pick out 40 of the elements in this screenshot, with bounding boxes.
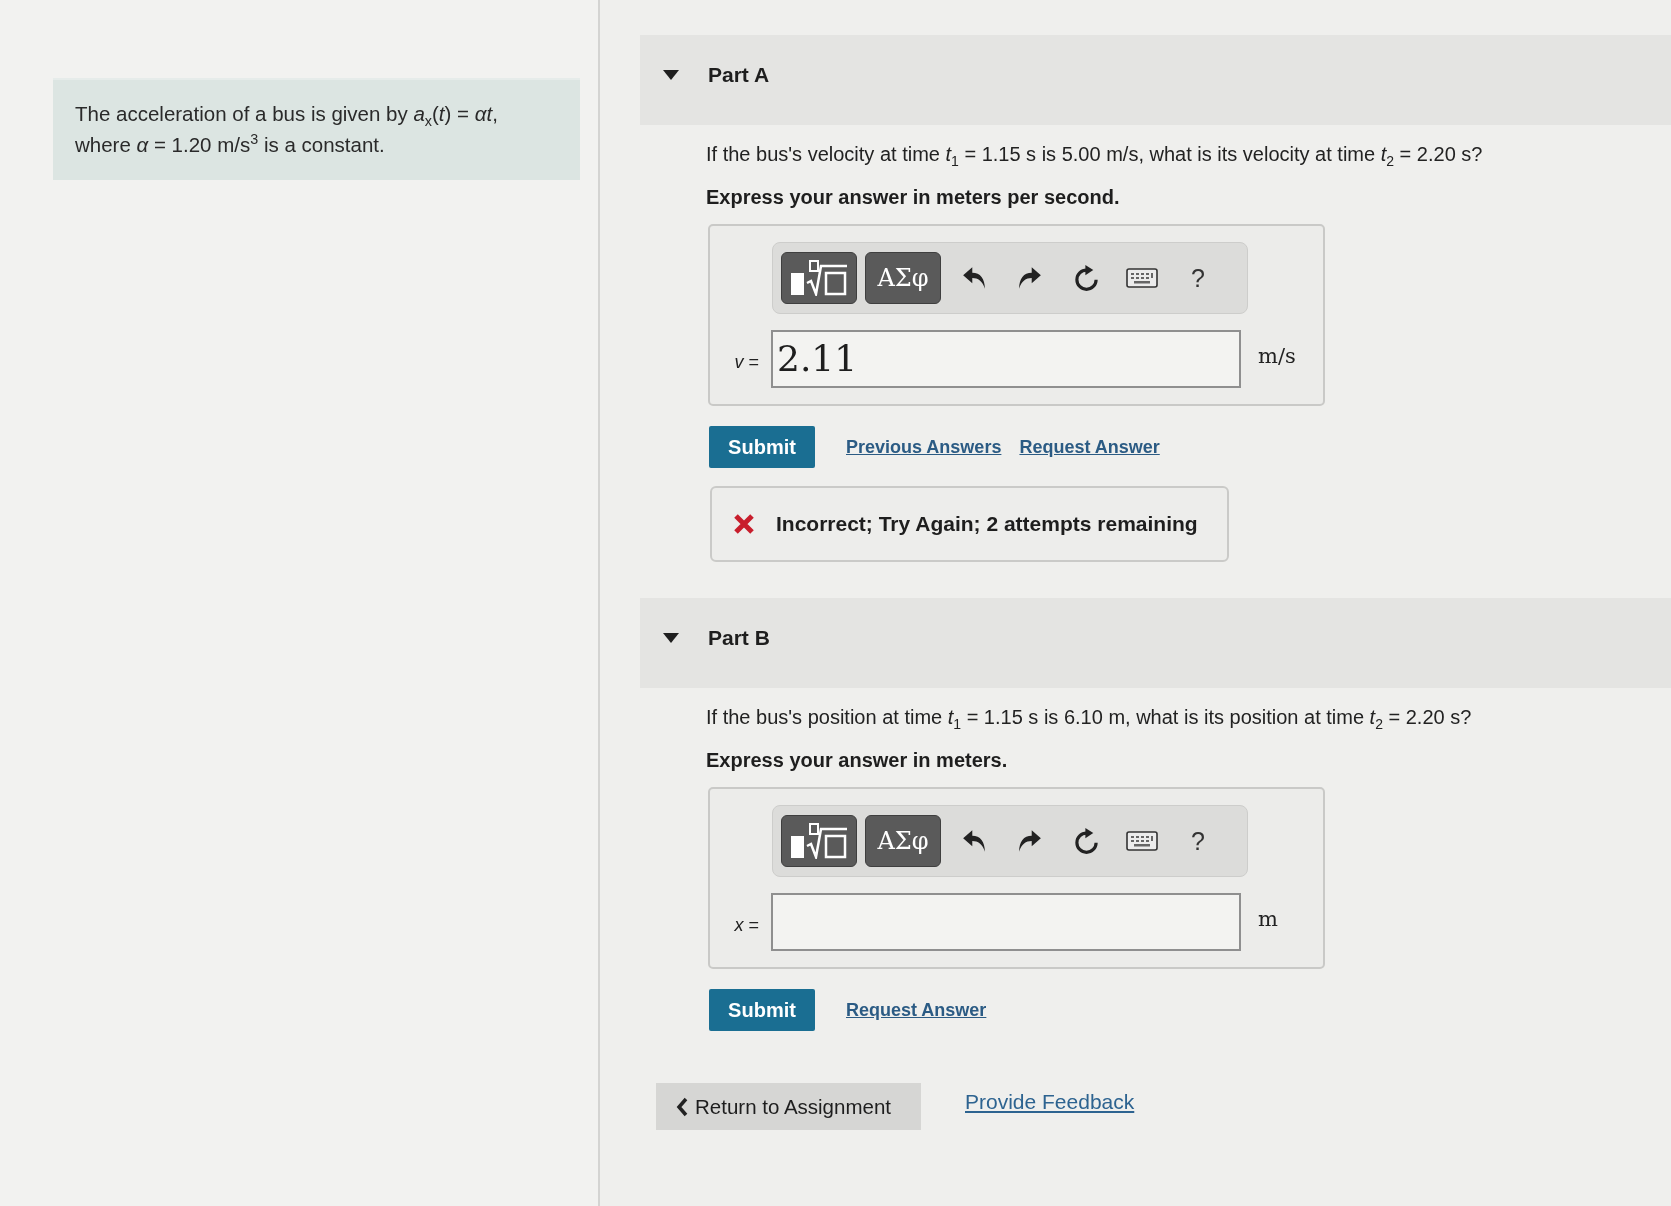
return-button[interactable]: Return to Assignment — [656, 1083, 921, 1130]
variable-label: v = — [733, 351, 760, 373]
templates-button[interactable] — [781, 815, 857, 867]
keyboard-icon — [1126, 831, 1158, 851]
greek-symbols-button[interactable]: ΑΣφ — [865, 815, 941, 867]
part-header[interactable]: Part A — [640, 35, 1671, 125]
part-title: Part B — [708, 625, 770, 651]
instruction-text: Express your answer in meters per second. — [706, 185, 1121, 210]
circular-arrow-icon — [1073, 265, 1099, 291]
submit-button[interactable]: Submit — [709, 426, 815, 468]
question-text: If the bus's position at time t$_{1}$ = 1.15 s is 6.10 m, what is its position at time t$_{2}$ = 2.20 s? — [706, 705, 1473, 730]
instruction-text: Express your answer in meters. — [706, 748, 1009, 773]
answer-link[interactable]: Request Answer — [1019, 436, 1160, 458]
circular-arrow-icon — [1073, 828, 1099, 854]
greek-symbols-button[interactable]: ΑΣφ — [865, 252, 941, 304]
redo-arrow-icon — [1018, 267, 1042, 289]
undo-arrow-icon — [962, 267, 986, 289]
undo-arrow-icon — [962, 830, 986, 852]
problem-statement: The acceleration of a bus is given by a$_{x}$(t) = αt, where α = 1.20 m/s$^{3}$ is a constant. — [75, 101, 499, 158]
templates-button[interactable] — [781, 252, 857, 304]
answer-field[interactable]: 2.11 — [771, 330, 1241, 388]
question-text: If the bus's velocity at time t$_{1}$ = 1.15 s is 5.00 m/s, what is its velocity at time t$_{2}$ = 2.20 s? — [706, 142, 1484, 167]
redo-arrow-icon — [1018, 830, 1042, 852]
part-title: Part A — [708, 62, 770, 88]
square-root-icon — [790, 260, 848, 296]
keyboard-icon — [1126, 268, 1158, 288]
submit-button[interactable]: Submit — [709, 989, 815, 1031]
feedback-text: Incorrect; Try Again; 2 attempts remaining — [776, 512, 1198, 536]
answer-link[interactable]: Request Answer — [846, 999, 987, 1021]
unit-label: m — [1258, 907, 1278, 931]
help-button[interactable]: ? — [1177, 820, 1219, 862]
answer-link[interactable]: Previous Answers — [846, 436, 1002, 458]
answer-field[interactable] — [771, 893, 1241, 951]
chevron-left-icon — [676, 1096, 688, 1117]
unit-label: m/s — [1258, 344, 1296, 368]
part-header[interactable]: Part B — [640, 598, 1671, 688]
square-root-icon — [790, 823, 848, 859]
help-button[interactable]: ? — [1177, 257, 1219, 299]
variable-label: x = — [733, 914, 760, 936]
feedback-link[interactable]: Provide Feedback — [965, 1089, 1135, 1114]
